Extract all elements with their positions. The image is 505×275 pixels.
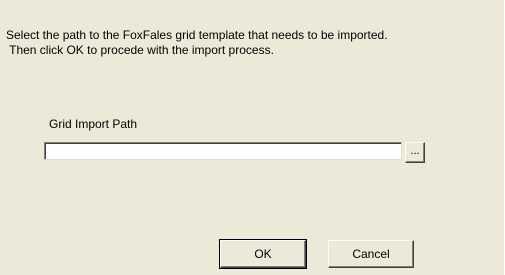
cancel-button[interactable]: Cancel [328, 240, 414, 268]
grid-import-path-input[interactable] [44, 142, 402, 160]
instructions-text: Select the path to the FoxFales grid tem… [6, 28, 388, 57]
browse-button[interactable]: ... [405, 142, 425, 163]
ok-button[interactable]: OK [219, 239, 307, 269]
grid-import-path-label: Grid Import Path [49, 117, 138, 131]
import-dialog: Select the path to the FoxFales grid tem… [0, 0, 505, 275]
